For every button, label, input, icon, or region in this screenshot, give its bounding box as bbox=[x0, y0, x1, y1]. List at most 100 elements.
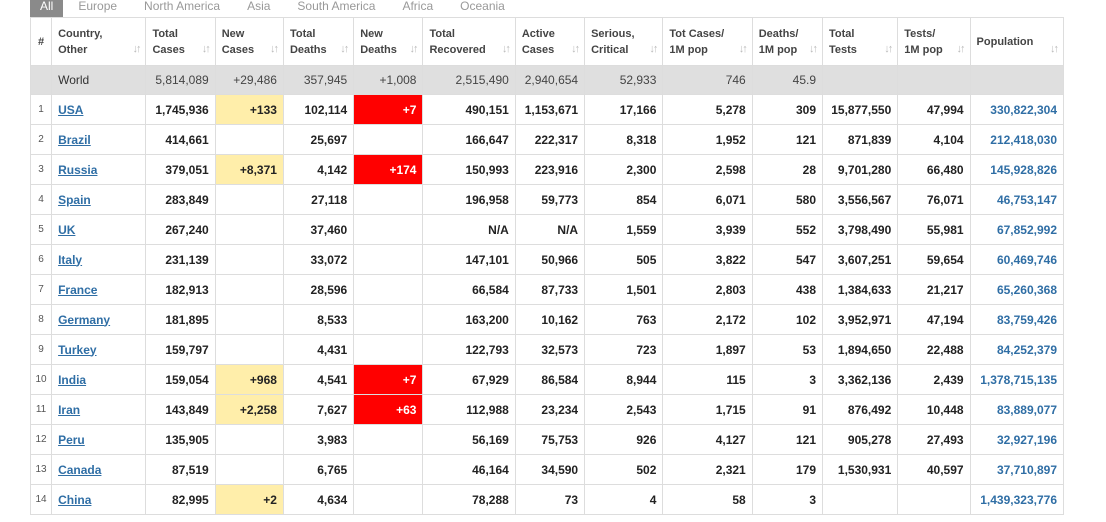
header-label: Population bbox=[976, 35, 1034, 48]
cell-active-cases: 34,590 bbox=[514, 454, 586, 485]
cell-active-cases: 50,966 bbox=[514, 244, 586, 275]
sort-arrows-icon[interactable]: ↓↑ bbox=[270, 41, 279, 57]
table-row: 2 Brazil 414,661 25,697 166,647 222,317 8,318 1… bbox=[29, 124, 1065, 155]
table-row: 12 Peru 135,905 3,983 56,169 75,753 926 4,127 12… bbox=[29, 424, 1065, 455]
cell-total-tests: 905,278 bbox=[821, 424, 899, 455]
cell-deaths-per-million: 438 bbox=[751, 274, 824, 305]
header-label-line2: Other bbox=[58, 43, 88, 56]
header-total-recovered[interactable]: Total Recovered ↓↑ bbox=[422, 17, 516, 66]
cell-new-cases: +8,371 bbox=[214, 154, 284, 185]
sort-arrows-icon[interactable]: ↓↑ bbox=[809, 41, 818, 57]
header-total-deaths[interactable]: Total Deaths ↓↑ bbox=[282, 17, 355, 66]
cell-total-deaths: 4,431 bbox=[282, 334, 355, 365]
cell-new-cases: +133 bbox=[214, 94, 284, 125]
cell-total-deaths: 102,114 bbox=[282, 94, 355, 125]
country-link[interactable]: Italy bbox=[58, 253, 82, 267]
cell-active-cases: 75,753 bbox=[514, 424, 586, 455]
cell-new-deaths bbox=[353, 334, 424, 365]
header-new-deaths[interactable]: New Deaths ↓↑ bbox=[353, 17, 424, 66]
cell-serious-critical: 505 bbox=[584, 244, 664, 275]
cell-new-deaths: +174 bbox=[353, 154, 424, 185]
sort-arrows-icon[interactable]: ↓↑ bbox=[132, 41, 141, 57]
cell-new-deaths bbox=[353, 184, 424, 215]
header-label-line2: Deaths bbox=[289, 43, 327, 56]
cell-country: China bbox=[51, 484, 147, 515]
cell-tests-per-million: 40,597 bbox=[897, 454, 971, 485]
country-link[interactable]: Germany bbox=[58, 313, 110, 327]
cell-country: Russia bbox=[51, 154, 147, 185]
cell-population: 37,710,897 bbox=[969, 454, 1065, 485]
cell-new-cases: +29,486 bbox=[214, 65, 284, 95]
header-tests-per-million[interactable]: Tests/1M pop ↓↑ bbox=[897, 17, 971, 66]
cell-num: 7 bbox=[29, 274, 53, 305]
sort-arrows-icon[interactable]: ↓↑ bbox=[649, 41, 658, 57]
header-label-line1: Serious, bbox=[591, 27, 635, 40]
cell-country: Peru bbox=[51, 424, 147, 455]
header-label-line2: Cases bbox=[152, 43, 185, 56]
cell-total-tests: 9,701,280 bbox=[821, 154, 899, 185]
cell-total-cases: 182,913 bbox=[145, 274, 216, 305]
sort-arrows-icon[interactable]: ↓↑ bbox=[340, 41, 349, 57]
country-link[interactable]: Spain bbox=[58, 193, 91, 207]
country-link[interactable]: China bbox=[58, 493, 91, 507]
sort-arrows-icon[interactable]: ↓↑ bbox=[1050, 41, 1059, 57]
cell-total-cases: 87,519 bbox=[145, 454, 216, 485]
table-row: 4 Spain 283,849 27,118 196,958 59,773 854 6,071… bbox=[29, 184, 1065, 215]
cell-deaths-per-million: 121 bbox=[751, 124, 824, 155]
sort-arrows-icon[interactable]: ↓↑ bbox=[409, 41, 418, 57]
tab-oceania[interactable]: Oceania bbox=[448, 0, 517, 17]
header-country[interactable]: Country, Other ↓↑ bbox=[51, 17, 147, 66]
cell-num: 11 bbox=[29, 394, 53, 425]
header-new-cases[interactable]: New Cases ↓↑ bbox=[214, 17, 284, 66]
header-label-line1: Total bbox=[289, 27, 316, 40]
sort-arrows-icon[interactable]: ↓↑ bbox=[571, 41, 580, 57]
cell-serious-critical: 8,944 bbox=[584, 364, 664, 395]
country-link[interactable]: Turkey bbox=[58, 343, 96, 357]
header-serious-critical[interactable]: Serious, Critical ↓↑ bbox=[584, 17, 664, 66]
header-label-line2: Deaths bbox=[360, 43, 397, 56]
country-link[interactable]: USA bbox=[58, 103, 83, 117]
tab-africa[interactable]: Africa bbox=[390, 0, 445, 17]
cell-total-recovered: 150,993 bbox=[422, 154, 516, 185]
cell-deaths-per-million: 580 bbox=[751, 184, 824, 215]
sort-arrows-icon[interactable]: ↓↑ bbox=[957, 41, 966, 57]
sort-arrows-icon[interactable]: ↓↑ bbox=[202, 41, 211, 57]
country-link[interactable]: UK bbox=[58, 223, 75, 237]
header-num[interactable]: # bbox=[29, 17, 53, 66]
sort-arrows-icon[interactable]: ↓↑ bbox=[884, 41, 893, 57]
header-label-line1: Total bbox=[429, 27, 455, 40]
sort-arrows-icon[interactable]: ↓↑ bbox=[739, 41, 748, 57]
country-link[interactable]: Brazil bbox=[58, 133, 91, 147]
cell-new-cases: +2,258 bbox=[214, 394, 284, 425]
cell-total-recovered: 490,151 bbox=[422, 94, 516, 125]
country-link[interactable]: Canada bbox=[58, 463, 101, 477]
cell-total-deaths: 33,072 bbox=[282, 244, 355, 275]
country-link[interactable]: France bbox=[58, 283, 97, 297]
header-total-tests[interactable]: Total Tests ↓↑ bbox=[821, 17, 899, 66]
tab-all[interactable]: All bbox=[30, 0, 64, 17]
cell-deaths-per-million: 552 bbox=[751, 214, 824, 245]
country-link[interactable]: Peru bbox=[58, 433, 85, 447]
cell-deaths-per-million: 53 bbox=[751, 334, 824, 365]
header-cases-per-million[interactable]: Tot Cases/1M pop ↓↑ bbox=[662, 17, 753, 66]
tab-south-america[interactable]: South America bbox=[285, 0, 387, 17]
header-total-cases[interactable]: Total Cases ↓↑ bbox=[145, 17, 216, 66]
cell-total-cases: 414,661 bbox=[145, 124, 216, 155]
cell-new-cases bbox=[214, 454, 284, 485]
header-deaths-per-million[interactable]: Deaths/1M pop ↓↑ bbox=[751, 17, 824, 66]
tab-asia[interactable]: Asia bbox=[235, 0, 282, 17]
cell-tests-per-million: 47,994 bbox=[897, 94, 971, 125]
sort-arrows-icon[interactable]: ↓↑ bbox=[502, 41, 511, 57]
tab-north-america[interactable]: North America bbox=[132, 0, 232, 17]
tab-europe[interactable]: Europe bbox=[66, 0, 129, 17]
country-link[interactable]: Iran bbox=[58, 403, 80, 417]
country-link[interactable]: India bbox=[58, 373, 86, 387]
country-link[interactable]: Russia bbox=[58, 163, 97, 177]
header-population[interactable]: Population ↓↑ bbox=[969, 17, 1065, 66]
cell-total-deaths: 6,765 bbox=[282, 454, 355, 485]
cell-serious-critical: 926 bbox=[584, 424, 664, 455]
cell-total-deaths: 37,460 bbox=[282, 214, 355, 245]
cell-deaths-per-million: 91 bbox=[751, 394, 824, 425]
cell-total-cases: 231,139 bbox=[145, 244, 216, 275]
header-active-cases[interactable]: Active Cases ↓↑ bbox=[514, 17, 586, 66]
